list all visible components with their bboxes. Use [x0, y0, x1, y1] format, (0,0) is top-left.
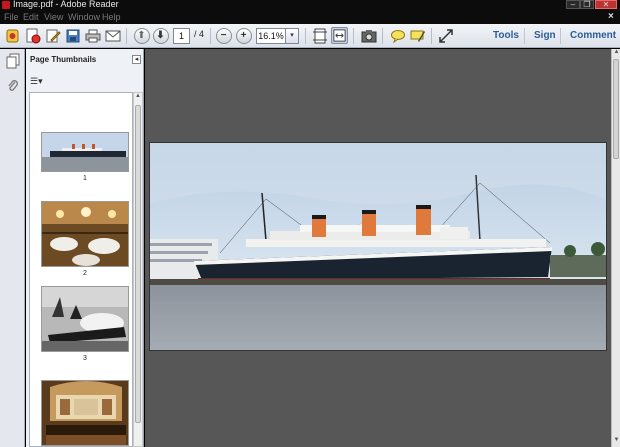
comment-link[interactable]: Comment — [570, 30, 616, 41]
save-icon[interactable] — [64, 27, 81, 44]
convert-icon[interactable] — [24, 27, 41, 44]
thumbnail-image-ship — [41, 132, 129, 172]
next-page-icon: ⬇ — [152, 27, 169, 44]
thumbnail-page-1[interactable]: 1 — [41, 132, 129, 182]
menu-view[interactable]: View — [44, 11, 63, 23]
comment-icon[interactable] — [389, 27, 406, 44]
paperclip-icon[interactable] — [5, 79, 20, 94]
thumbnail-image-black-and-white-ship — [41, 286, 129, 352]
menu-file[interactable]: File — [4, 11, 19, 23]
zoom-in-button[interactable]: + — [235, 27, 252, 44]
document-scroll-thumb[interactable] — [613, 59, 619, 159]
window-title: Image.pdf - Adobe Reader — [13, 0, 119, 9]
thumbnail-image-dining-room — [41, 201, 129, 267]
thumbnail-options-button[interactable]: ☰▾ — [30, 76, 48, 87]
close-window-button[interactable]: ✕ — [595, 0, 617, 9]
highlight-icon[interactable] — [409, 27, 426, 44]
thumbnail-page-4[interactable]: 4 — [41, 380, 129, 446]
title-bar: Image.pdf - Adobe Reader – ❐ ✕ — [0, 0, 620, 10]
expand-icon[interactable] — [437, 27, 454, 44]
tools-link[interactable]: Tools — [493, 30, 519, 41]
edit-icon[interactable] — [44, 27, 61, 44]
thumbnail-image-bar-interior — [41, 380, 129, 446]
toolbar-separator — [210, 28, 211, 44]
previous-page-button[interactable]: ⬆ — [133, 27, 150, 44]
sign-link[interactable]: Sign — [534, 30, 556, 41]
thumbnail-scrollbar[interactable]: ▲ — [133, 92, 143, 447]
collapse-panel-button[interactable]: ◂ — [132, 55, 141, 64]
page-total: / 4 — [194, 29, 205, 39]
previous-page-icon: ⬆ — [133, 27, 150, 44]
pages-icon[interactable] — [5, 53, 20, 68]
toolbar-separator — [353, 28, 354, 44]
toolbar-separator — [305, 28, 306, 44]
scroll-down-arrow-icon[interactable]: ▼ — [612, 437, 620, 443]
thumbnail-page-2[interactable]: 2 — [41, 201, 129, 277]
toolbar: ⬆ ⬇ 1 / 4 − + 16.1% ▾ Tools Sign Comment — [0, 24, 620, 48]
menu-window[interactable]: Window — [68, 11, 100, 23]
document-scrollbar[interactable]: ▲ ▼ — [611, 49, 620, 447]
next-page-button[interactable]: ⬇ — [152, 27, 169, 44]
menu-help[interactable]: Help — [102, 11, 121, 23]
minimize-button[interactable]: – — [566, 0, 580, 9]
email-icon[interactable] — [104, 27, 121, 44]
zoom-input[interactable]: 16.1% — [256, 28, 286, 44]
panel-title: Page Thumbnails — [30, 55, 97, 64]
thumbnail-list: 1 2 3 — [29, 92, 133, 447]
thumbnails-panel: Page Thumbnails ◂ ☰▾ 1 2 3 ▲ — [26, 49, 144, 447]
toolbar-separator — [126, 28, 127, 44]
fit-width-icon[interactable] — [331, 27, 348, 44]
link-separator — [560, 28, 561, 44]
zoom-out-icon: − — [215, 27, 232, 44]
scroll-up-arrow-icon[interactable]: ▲ — [612, 49, 620, 55]
toolbar-separator — [431, 28, 432, 44]
adobe-reader-icon — [2, 1, 10, 9]
document-page-image — [149, 142, 607, 351]
zoom-out-button[interactable]: − — [215, 27, 232, 44]
menu-edit[interactable]: Edit — [23, 11, 39, 23]
document-viewport[interactable] — [145, 49, 611, 447]
maximize-button[interactable]: ❐ — [580, 0, 594, 9]
print-icon[interactable] — [84, 27, 101, 44]
close-document-button[interactable]: × — [608, 11, 614, 22]
thumbnail-scroll-thumb[interactable] — [135, 105, 141, 423]
fit-page-icon[interactable] — [311, 27, 328, 44]
thumbnail-page-3[interactable]: 3 — [41, 286, 129, 362]
zoom-dropdown-button[interactable]: ▾ — [286, 28, 299, 44]
scroll-up-arrow-icon[interactable]: ▲ — [134, 93, 142, 99]
create-pdf-icon[interactable] — [4, 27, 21, 44]
navigation-strip — [0, 49, 25, 447]
toolbar-separator — [382, 28, 383, 44]
thumbnail-number: 1 — [83, 175, 87, 182]
thumbnail-number: 2 — [83, 270, 87, 277]
zoom-in-icon: + — [235, 27, 252, 44]
link-separator — [524, 28, 525, 44]
snapshot-icon[interactable] — [360, 27, 377, 44]
thumbnail-number: 3 — [83, 355, 87, 362]
menu-bar: File Edit View Window Help × — [0, 10, 620, 24]
page-number-input[interactable]: 1 — [173, 28, 190, 44]
